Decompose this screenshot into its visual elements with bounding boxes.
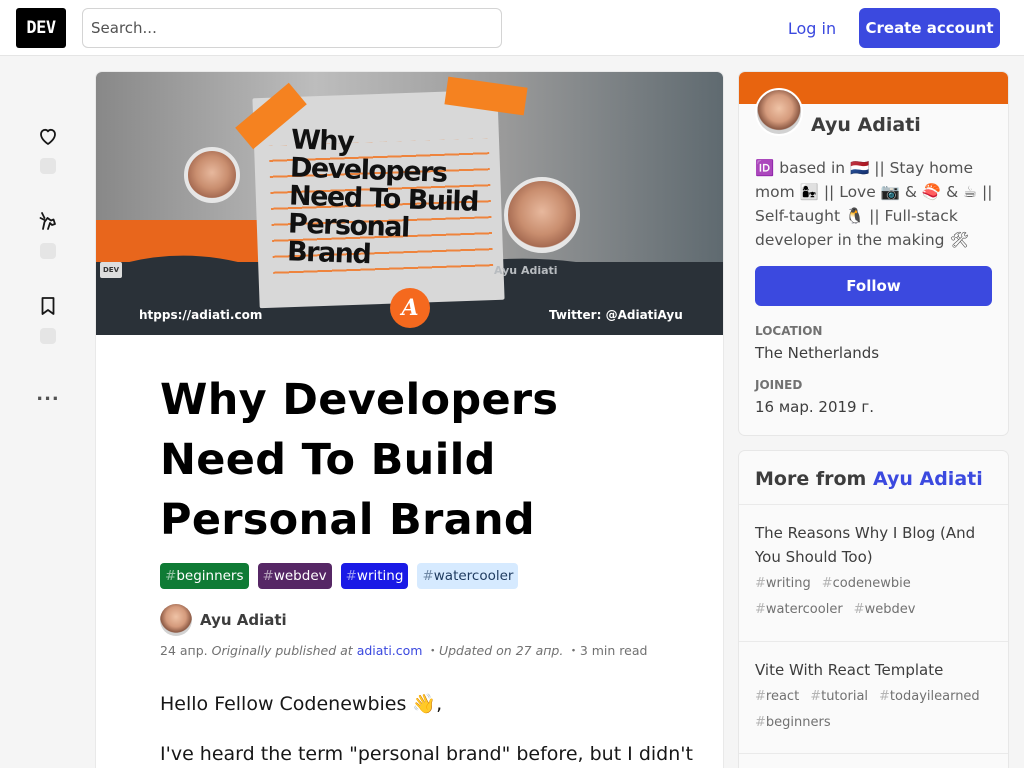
- list-item[interactable]: The Reasons Why I Blog (And You Should T…: [755, 521, 995, 621]
- article-author[interactable]: Ayu Adiati: [160, 604, 287, 636]
- bookmark-button[interactable]: [28, 294, 68, 344]
- read-time: 3 min read: [579, 643, 648, 658]
- tag-beginners[interactable]: # beginners: [160, 563, 249, 589]
- more-from-card: More from Ayu Adiati The Reasons Why I B…: [739, 451, 1008, 768]
- top-header: DEV Log in Create account: [0, 0, 1024, 56]
- more-from-heading: More from Ayu Adiati: [755, 468, 983, 490]
- more-options-button[interactable]: ...: [28, 384, 68, 405]
- list-item-title[interactable]: The Reasons Why I Blog (And You Should T…: [755, 521, 995, 569]
- like-count: [40, 158, 56, 174]
- heart-icon: [40, 128, 56, 145]
- create-account-button[interactable]: Create account: [859, 8, 1000, 48]
- article-title: Why Developers Need To Build Personal Br…: [160, 375, 559, 545]
- author-avatar[interactable]: [160, 604, 192, 636]
- login-button[interactable]: Log in: [776, 8, 848, 48]
- tag-writing[interactable]: # writing: [340, 563, 409, 589]
- bookmark-icon: [41, 297, 55, 315]
- cover-logo: A: [390, 288, 430, 328]
- unicorn-icon: [39, 212, 56, 230]
- article-card: DEV Why Developers Need To Build Persona…: [96, 72, 723, 768]
- updated-date: Updated on 27 апр.: [438, 643, 564, 658]
- cover-portrait-large: [504, 177, 580, 253]
- cover-image: DEV Why Developers Need To Build Persona…: [96, 72, 723, 335]
- joined-label: JOINED: [755, 378, 803, 392]
- dev-logo[interactable]: DEV: [16, 8, 66, 48]
- search-input[interactable]: [82, 8, 502, 48]
- article-meta: 24 апр. Originally published at adiati.c…: [160, 643, 648, 658]
- unicorn-button[interactable]: [28, 209, 68, 259]
- article-tags: # beginners # webdev # writing # watercooler: [160, 563, 519, 589]
- source-link[interactable]: adiati.com: [357, 643, 423, 658]
- profile-avatar[interactable]: [755, 88, 803, 136]
- publish-date: 24 апр.: [160, 643, 208, 658]
- body-paragraph-2: I've heard the term "personal brand" bef…: [160, 743, 693, 765]
- cover-dev-badge: DEV: [100, 262, 122, 278]
- cover-name: Ayu Adiati: [494, 264, 558, 277]
- profile-bio: 🆔 based in 🇳🇱 || Stay home mom 👩‍👧 || Lo…: [755, 159, 993, 249]
- location-value: The Netherlands: [755, 344, 880, 362]
- author-profile-card: Ayu Adiati 🆔 based in 🇳🇱 || Stay home mo…: [739, 72, 1008, 435]
- like-button[interactable]: [28, 124, 68, 174]
- cover-title: Why Developers Need To Build Personal Br…: [286, 124, 479, 271]
- tag-webdev[interactable]: # webdev: [257, 563, 332, 589]
- more-from-author-link[interactable]: Ayu Adiati: [873, 468, 983, 490]
- tag-watercooler[interactable]: # watercooler: [417, 563, 519, 589]
- follow-button[interactable]: Follow: [755, 266, 992, 306]
- cover-url: htpps://adiati.com: [139, 308, 263, 322]
- author-name[interactable]: Ayu Adiati: [200, 611, 287, 629]
- unicorn-count: [40, 243, 56, 259]
- bookmark-count: [40, 328, 56, 344]
- body-paragraph-1: Hello Fellow Codenewbies 👋,: [160, 693, 443, 715]
- cover-portrait-small: [184, 147, 240, 203]
- location-label: LOCATION: [755, 324, 823, 338]
- list-item-tags: #react #tutorial #todayilearned #beginne…: [755, 689, 980, 730]
- list-item-tags: #writing #codenewbie #watercooler #webde…: [755, 576, 916, 617]
- profile-name[interactable]: Ayu Adiati: [811, 114, 921, 136]
- cover-twitter: Twitter: @AdiatiAyu: [549, 308, 683, 322]
- list-item[interactable]: Vite With React Template #react #tutoria…: [755, 658, 995, 734]
- joined-value: 16 мар. 2019 г.: [755, 398, 875, 416]
- originally-published-label: Originally published at: [211, 643, 353, 658]
- list-item-title[interactable]: Vite With React Template: [755, 658, 995, 682]
